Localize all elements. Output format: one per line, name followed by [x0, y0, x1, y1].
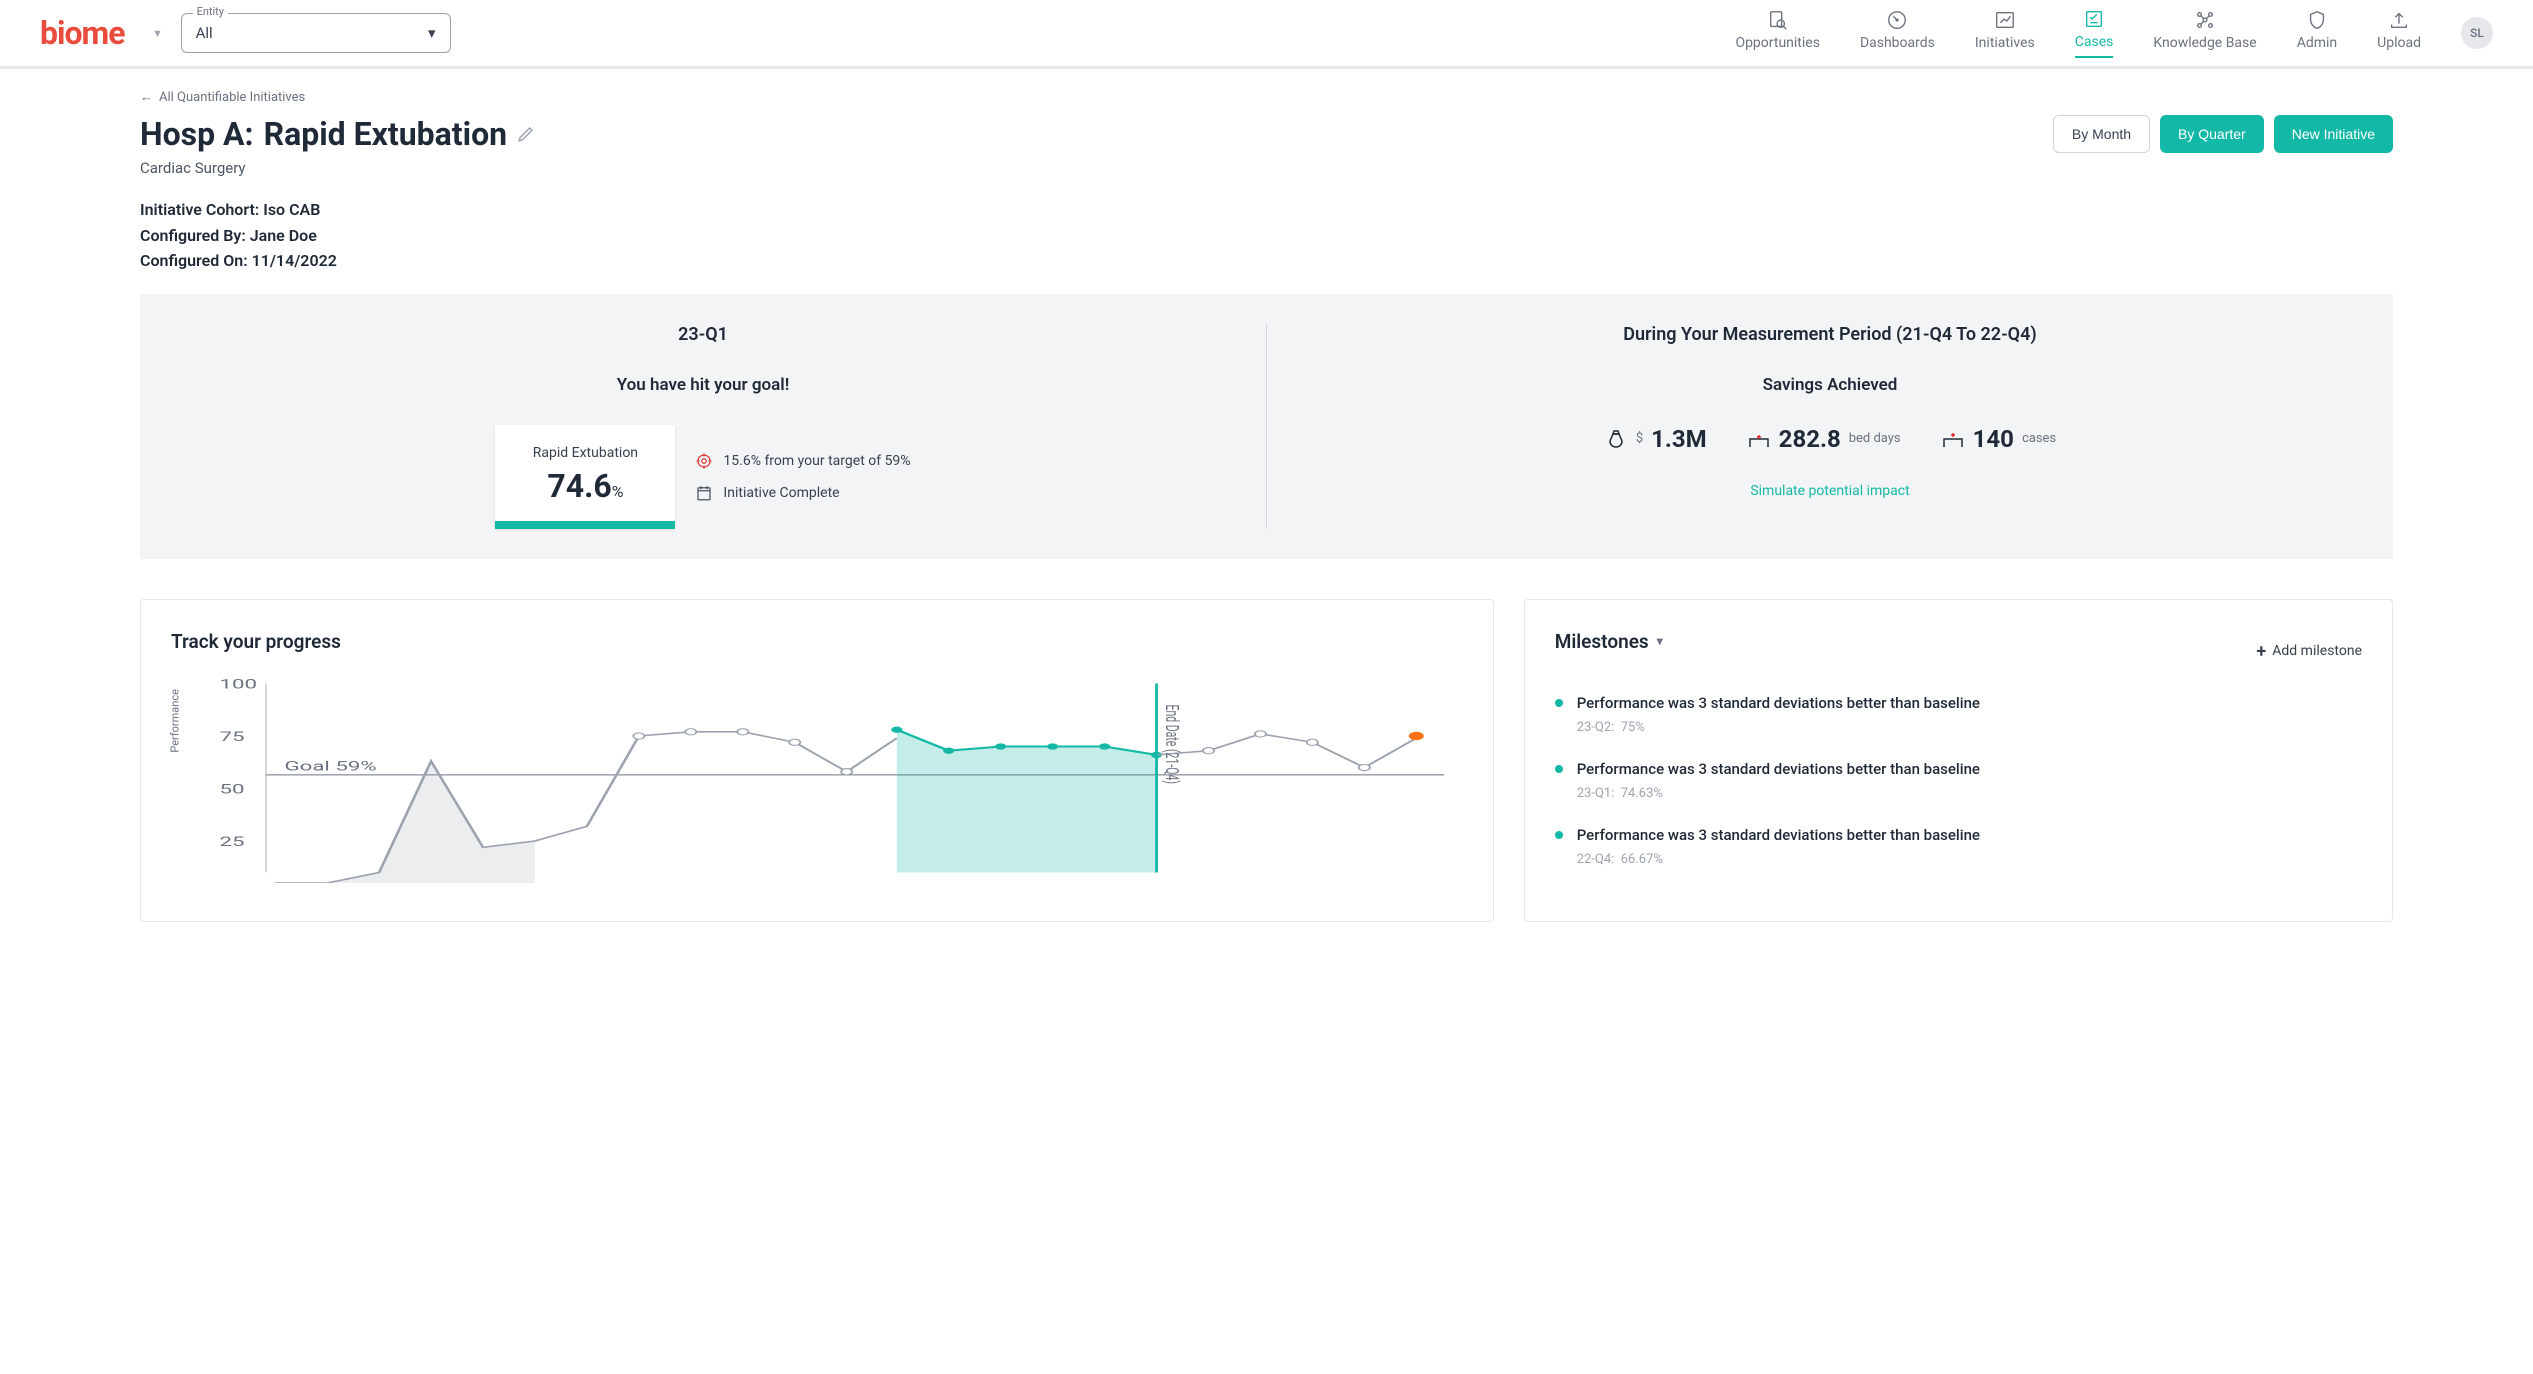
page-title: Hosp A: Rapid Extubation: [140, 115, 535, 153]
stats-left-row: Rapid Extubation 74.6% 15.6% from your t…: [495, 425, 910, 529]
nav-cases[interactable]: Cases: [2075, 8, 2114, 58]
nav-admin[interactable]: Admin: [2297, 9, 2337, 57]
chart-fill: [897, 729, 1157, 872]
stats-left: 23-Q1 You have hit your goal! Rapid Extu…: [140, 324, 1267, 529]
nav-opportunities[interactable]: Opportunities: [1735, 9, 1820, 57]
stat-card-bar: [495, 521, 675, 529]
stats-right: During Your Measurement Period (21-Q4 To…: [1267, 324, 2393, 529]
arrow-left-icon: ←: [140, 89, 153, 105]
stats-left-heading: 23-Q1: [678, 324, 728, 345]
entity-label: Entity: [193, 5, 228, 18]
stat-detail-complete: Initiative Complete: [695, 484, 910, 502]
goal-label: Goal 59%: [284, 759, 376, 774]
progress-panel: Track your progress Performance 100 75 5…: [140, 599, 1494, 922]
y-axis-label: Performance: [169, 689, 182, 753]
search-doc-icon: [1767, 9, 1789, 31]
main: ← All Quantifiable Initiatives Hosp A: R…: [0, 69, 2533, 942]
chart: Performance 100 75 50 25 Goal 59%: [201, 673, 1463, 883]
plus-icon: +: [2256, 641, 2266, 662]
chart-point-highlight: [1409, 732, 1424, 740]
add-milestone-button[interactable]: + Add milestone: [2256, 641, 2362, 662]
by-quarter-button[interactable]: By Quarter: [2160, 115, 2264, 153]
view-buttons: By Month By Quarter New Initiative: [2053, 115, 2393, 153]
nav: Opportunities Dashboards Initiatives Cas…: [1735, 8, 2493, 58]
gauge-icon: [1886, 9, 1908, 31]
savings-bed-days: 282.8 bed days: [1747, 425, 1901, 453]
chevron-down-icon: ▾: [428, 24, 436, 42]
logo-dropdown-icon[interactable]: ▾: [155, 26, 161, 40]
logo: biome: [40, 14, 125, 52]
chart-line-post: [1157, 734, 1417, 768]
nav-upload[interactable]: Upload: [2377, 9, 2421, 57]
by-month-button[interactable]: By Month: [2053, 115, 2150, 153]
bed-icon: [1747, 427, 1771, 451]
nav-knowledge-base[interactable]: Knowledge Base: [2153, 9, 2256, 57]
lower-panels: Track your progress Performance 100 75 5…: [140, 599, 2393, 922]
money-bag-icon: [1604, 427, 1628, 451]
savings-money: $ 1.3M: [1604, 425, 1707, 453]
stat-details: 15.6% from your target of 59% Initiative…: [695, 452, 910, 502]
savings-cases: 140 cases: [1941, 425, 2057, 453]
breadcrumb[interactable]: ← All Quantifiable Initiatives: [140, 89, 2393, 105]
tick-25: 25: [220, 835, 245, 850]
chart-pre-fill: [275, 761, 535, 883]
shield-icon: [2306, 9, 2328, 31]
chevron-down-icon: ▾: [1657, 634, 1663, 648]
avatar[interactable]: SL: [2461, 17, 2493, 49]
milestone-item: Performance was 3 standard deviations be…: [1555, 759, 2362, 801]
chart-line-baseline: [275, 732, 897, 883]
header: biome ▾ Entity All ▾ Opportunities Dashb…: [0, 0, 2533, 69]
milestones-header: Milestones ▾ + Add milestone: [1555, 630, 2362, 673]
tick-50: 50: [220, 782, 245, 797]
stat-card-value: 74.6%: [525, 467, 645, 505]
simulate-link[interactable]: Simulate potential impact: [1750, 483, 1909, 499]
stats-right-heading: During Your Measurement Period (21-Q4 To…: [1623, 324, 2036, 345]
milestone-item: Performance was 3 standard deviations be…: [1555, 825, 2362, 867]
chart-icon: [1994, 9, 2016, 31]
milestone-dot-icon: [1555, 831, 1563, 839]
edit-icon[interactable]: [517, 125, 535, 143]
tick-100: 100: [220, 677, 258, 692]
nav-dashboards[interactable]: Dashboards: [1860, 9, 1935, 57]
target-icon: [695, 452, 713, 470]
milestone-dot-icon: [1555, 699, 1563, 707]
chart-svg: 100 75 50 25 Goal 59%: [201, 673, 1463, 883]
network-icon: [2194, 9, 2216, 31]
title-block: Hosp A: Rapid Extubation Cardiac Surgery: [140, 115, 535, 177]
progress-title: Track your progress: [171, 630, 1463, 653]
milestone-item: Performance was 3 standard deviations be…: [1555, 693, 2362, 735]
stat-detail-target: 15.6% from your target of 59%: [695, 452, 910, 470]
upload-icon: [2388, 9, 2410, 31]
meta-block: Initiative Cohort: Iso CAB Configured By…: [140, 197, 2393, 274]
milestones-panel: Milestones ▾ + Add milestone Performance…: [1524, 599, 2393, 922]
milestones-title[interactable]: Milestones ▾: [1555, 630, 1663, 653]
entity-select[interactable]: Entity All ▾: [181, 13, 451, 53]
title-row: Hosp A: Rapid Extubation Cardiac Surgery…: [140, 115, 2393, 177]
entity-value: All: [196, 24, 213, 42]
new-initiative-button[interactable]: New Initiative: [2274, 115, 2393, 153]
savings-row: $ 1.3M 282.8 bed days 140 cases: [1604, 425, 2056, 453]
tick-75: 75: [220, 730, 245, 745]
bed-plus-icon: [1941, 427, 1965, 451]
calendar-icon: [695, 484, 713, 502]
milestone-dot-icon: [1555, 765, 1563, 773]
nav-initiatives[interactable]: Initiatives: [1975, 9, 2035, 57]
stats-left-subheading: You have hit your goal!: [617, 375, 790, 395]
stat-card-label: Rapid Extubation: [525, 445, 645, 461]
stats-panel: 23-Q1 You have hit your goal! Rapid Extu…: [140, 294, 2393, 559]
stat-card: Rapid Extubation 74.6%: [495, 425, 675, 529]
stats-right-subheading: Savings Achieved: [1763, 375, 1898, 395]
subtitle: Cardiac Surgery: [140, 159, 535, 177]
checklist-icon: [2083, 8, 2105, 30]
end-date-label: End Date (21-Q4): [1161, 704, 1183, 784]
